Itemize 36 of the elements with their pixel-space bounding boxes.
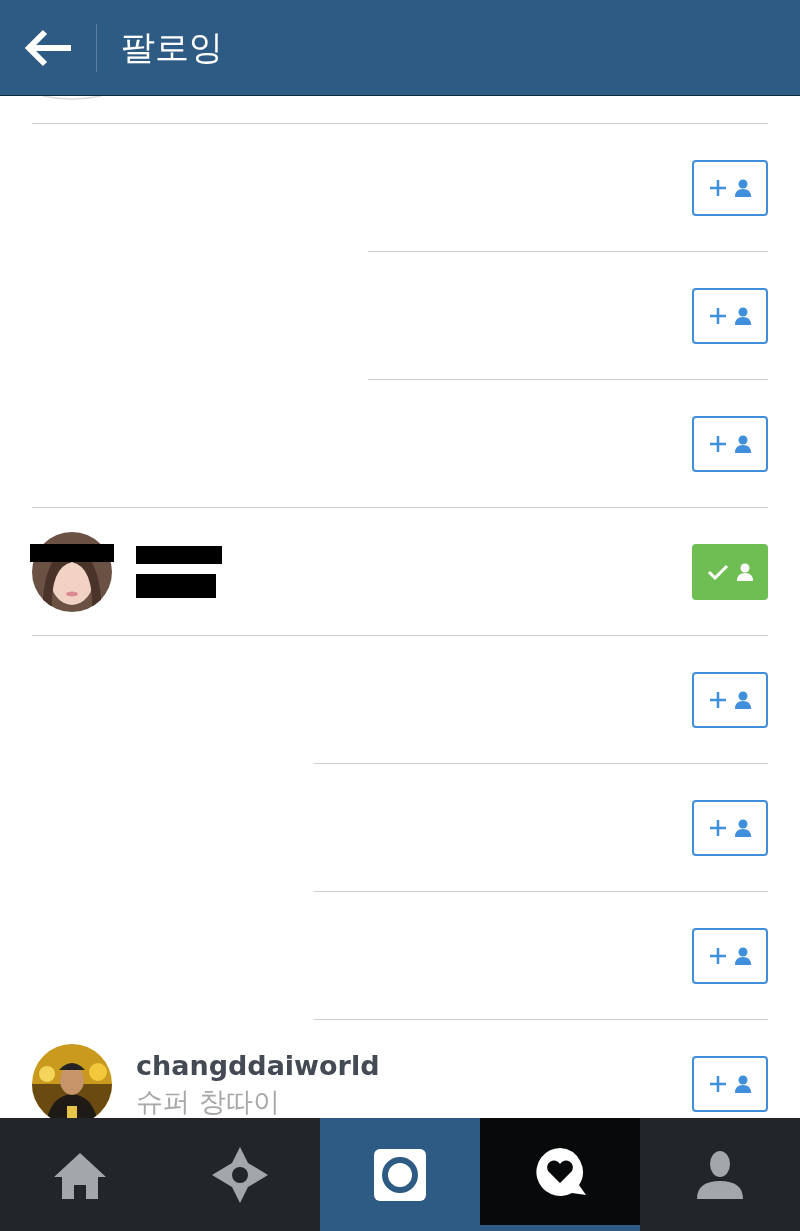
- back-arrow-icon: [25, 28, 71, 67]
- person-icon: [735, 178, 751, 197]
- follow-button[interactable]: [692, 415, 768, 472]
- full-name: 슈퍼 창따이: [136, 1084, 281, 1118]
- follow-button[interactable]: [692, 927, 768, 984]
- person-icon: [735, 946, 751, 965]
- person-icon: [735, 1074, 751, 1093]
- header-title: 팔로잉: [121, 26, 223, 69]
- follow-button[interactable]: [692, 671, 768, 728]
- person-icon: [735, 690, 751, 709]
- follow-button[interactable]: [692, 799, 768, 856]
- person-icon: [735, 818, 751, 837]
- username: changddaiworld: [136, 1048, 380, 1083]
- camera-icon: [374, 1148, 426, 1201]
- plus-icon: [709, 690, 727, 709]
- heart-bubble-icon: [534, 1146, 586, 1197]
- person-icon: [737, 562, 753, 581]
- tab-button[interactable]: [320, 1118, 480, 1231]
- plus-icon: [709, 1074, 727, 1093]
- follow-button[interactable]: [692, 159, 768, 216]
- home-icon: [52, 1150, 108, 1199]
- person-icon: [697, 1150, 743, 1199]
- person-icon: [735, 434, 751, 453]
- plus-icon: [709, 946, 727, 965]
- follow-button[interactable]: [692, 287, 768, 344]
- follow-button[interactable]: [692, 1055, 768, 1112]
- tab-button[interactable]: [480, 1118, 640, 1231]
- plus-icon: [709, 818, 727, 837]
- plus-icon: [709, 178, 727, 197]
- plus-icon: [709, 306, 727, 325]
- following-button[interactable]: [692, 543, 768, 600]
- star-icon: [212, 1146, 268, 1203]
- person-icon: [735, 306, 751, 325]
- check-icon: [707, 563, 729, 580]
- avatar-edge-icon: [42, 96, 102, 100]
- plus-icon: [709, 434, 727, 453]
